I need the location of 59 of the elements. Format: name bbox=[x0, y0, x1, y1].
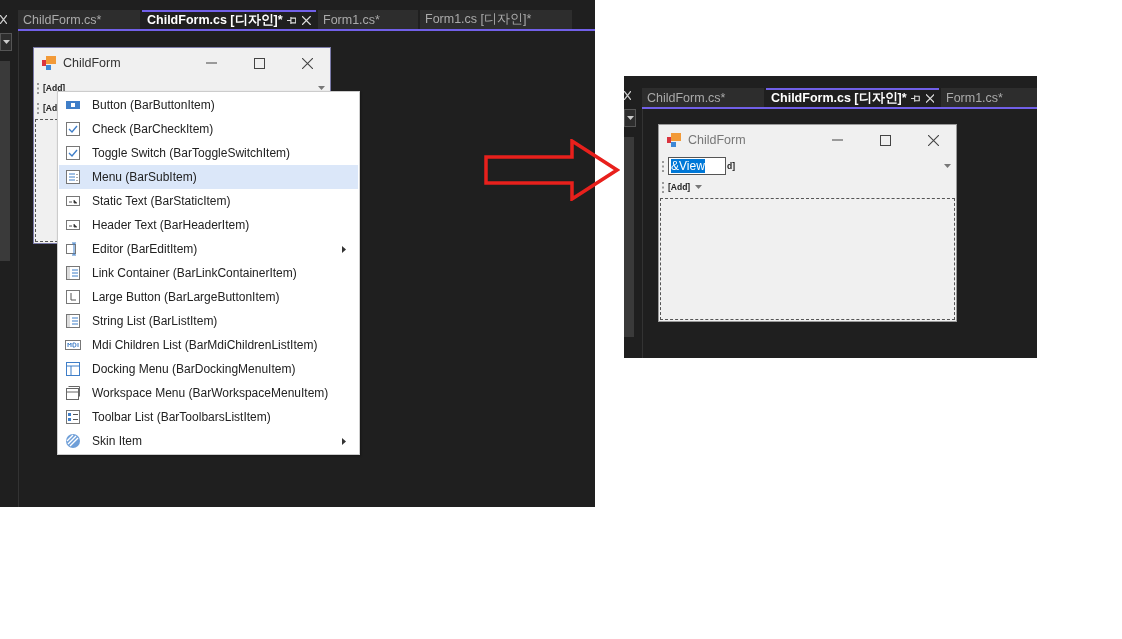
add-link[interactable]: [Add] bbox=[668, 182, 691, 192]
menu-item[interactable]: Toolbar List (BarToolbarsListItem) bbox=[59, 405, 358, 429]
scrollbar[interactable] bbox=[624, 137, 634, 337]
menu-item-icon bbox=[65, 433, 81, 449]
menu-item-icon bbox=[65, 289, 81, 305]
menu-item-icon bbox=[65, 361, 81, 377]
menu-item[interactable]: Editor (BarEditItem) bbox=[59, 237, 358, 261]
document-tab[interactable]: Form1.cs [디자인]* bbox=[420, 10, 572, 29]
document-tab[interactable]: ChildForm.cs* bbox=[18, 10, 140, 29]
dropdown-arrow-icon[interactable] bbox=[695, 185, 703, 189]
document-tab[interactable]: ChildForm.cs [디자인]* bbox=[766, 88, 939, 107]
caret-icon bbox=[2, 40, 10, 44]
document-tab[interactable]: Form1.cs* bbox=[318, 10, 418, 29]
menu-item[interactable]: Check (BarCheckItem) bbox=[59, 117, 358, 141]
menu-item[interactable]: Header Text (BarHeaderItem) bbox=[59, 213, 358, 237]
menu-item-icon bbox=[65, 217, 81, 233]
menu-item[interactable]: Menu (BarSubItem) bbox=[59, 165, 358, 189]
menu-item-icon bbox=[65, 385, 81, 401]
menu-item-icon bbox=[65, 145, 81, 161]
form-title: ChildForm bbox=[688, 133, 746, 147]
dropdown-arrow-icon[interactable] bbox=[944, 164, 951, 168]
pin-icon[interactable] bbox=[910, 94, 920, 103]
menu-item-icon bbox=[65, 337, 81, 353]
document-tab[interactable]: Form1.cs* bbox=[941, 88, 1037, 107]
menu-item[interactable]: Workspace Menu (BarWorkspaceMenuItem) bbox=[59, 381, 358, 405]
app-logo-icon bbox=[667, 133, 681, 147]
menu-item[interactable]: Link Container (BarLinkContainerItem) bbox=[59, 261, 358, 285]
caret-icon bbox=[626, 116, 634, 120]
add-link[interactable]: [Add] bbox=[43, 83, 66, 93]
add-link[interactable]: d] bbox=[727, 161, 736, 171]
menu-item[interactable]: Large Button (BarLargeButtonItem) bbox=[59, 285, 358, 309]
menu-item-icon bbox=[65, 313, 81, 329]
close-icon[interactable] bbox=[928, 134, 939, 146]
app-logo-icon bbox=[42, 56, 56, 70]
document-tab[interactable]: ChildForm.cs [디자인]* bbox=[142, 10, 316, 29]
menu-item[interactable]: Docking Menu (BarDockingMenuItem) bbox=[59, 357, 358, 381]
pin-icon[interactable] bbox=[286, 16, 297, 25]
form-title: ChildForm bbox=[63, 56, 121, 70]
menu-item-icon bbox=[65, 121, 81, 137]
menu-item-icon bbox=[65, 265, 81, 281]
dropdown-button[interactable] bbox=[0, 33, 12, 51]
dropdown-arrow-icon[interactable] bbox=[318, 86, 325, 90]
close-icon[interactable] bbox=[302, 57, 313, 69]
menu-item[interactable]: Static Text (BarStaticItem) bbox=[59, 189, 358, 213]
menu-item[interactable]: Button (BarButtonItem) bbox=[59, 93, 358, 117]
menu-item[interactable]: Toggle Switch (BarToggleSwitchItem) bbox=[59, 141, 358, 165]
menu-item[interactable]: Skin Item bbox=[59, 429, 358, 453]
maximize-icon[interactable] bbox=[254, 57, 265, 69]
scrollbar[interactable] bbox=[0, 61, 10, 261]
menu-item-icon bbox=[65, 169, 81, 185]
maximize-icon[interactable] bbox=[880, 134, 891, 146]
menu-item-icon bbox=[65, 409, 81, 425]
item-caption-field[interactable]: &View bbox=[668, 157, 726, 175]
add-link[interactable]: [Ad bbox=[43, 103, 58, 113]
menu-item[interactable]: Mdi Children List (BarMdiChildrenListItem) bbox=[59, 333, 358, 357]
document-tab[interactable]: ChildForm.cs* bbox=[642, 88, 764, 107]
menu-item-icon bbox=[65, 193, 81, 209]
menu-item[interactable]: String List (BarListItem) bbox=[59, 309, 358, 333]
dropdown-button[interactable] bbox=[624, 109, 636, 127]
